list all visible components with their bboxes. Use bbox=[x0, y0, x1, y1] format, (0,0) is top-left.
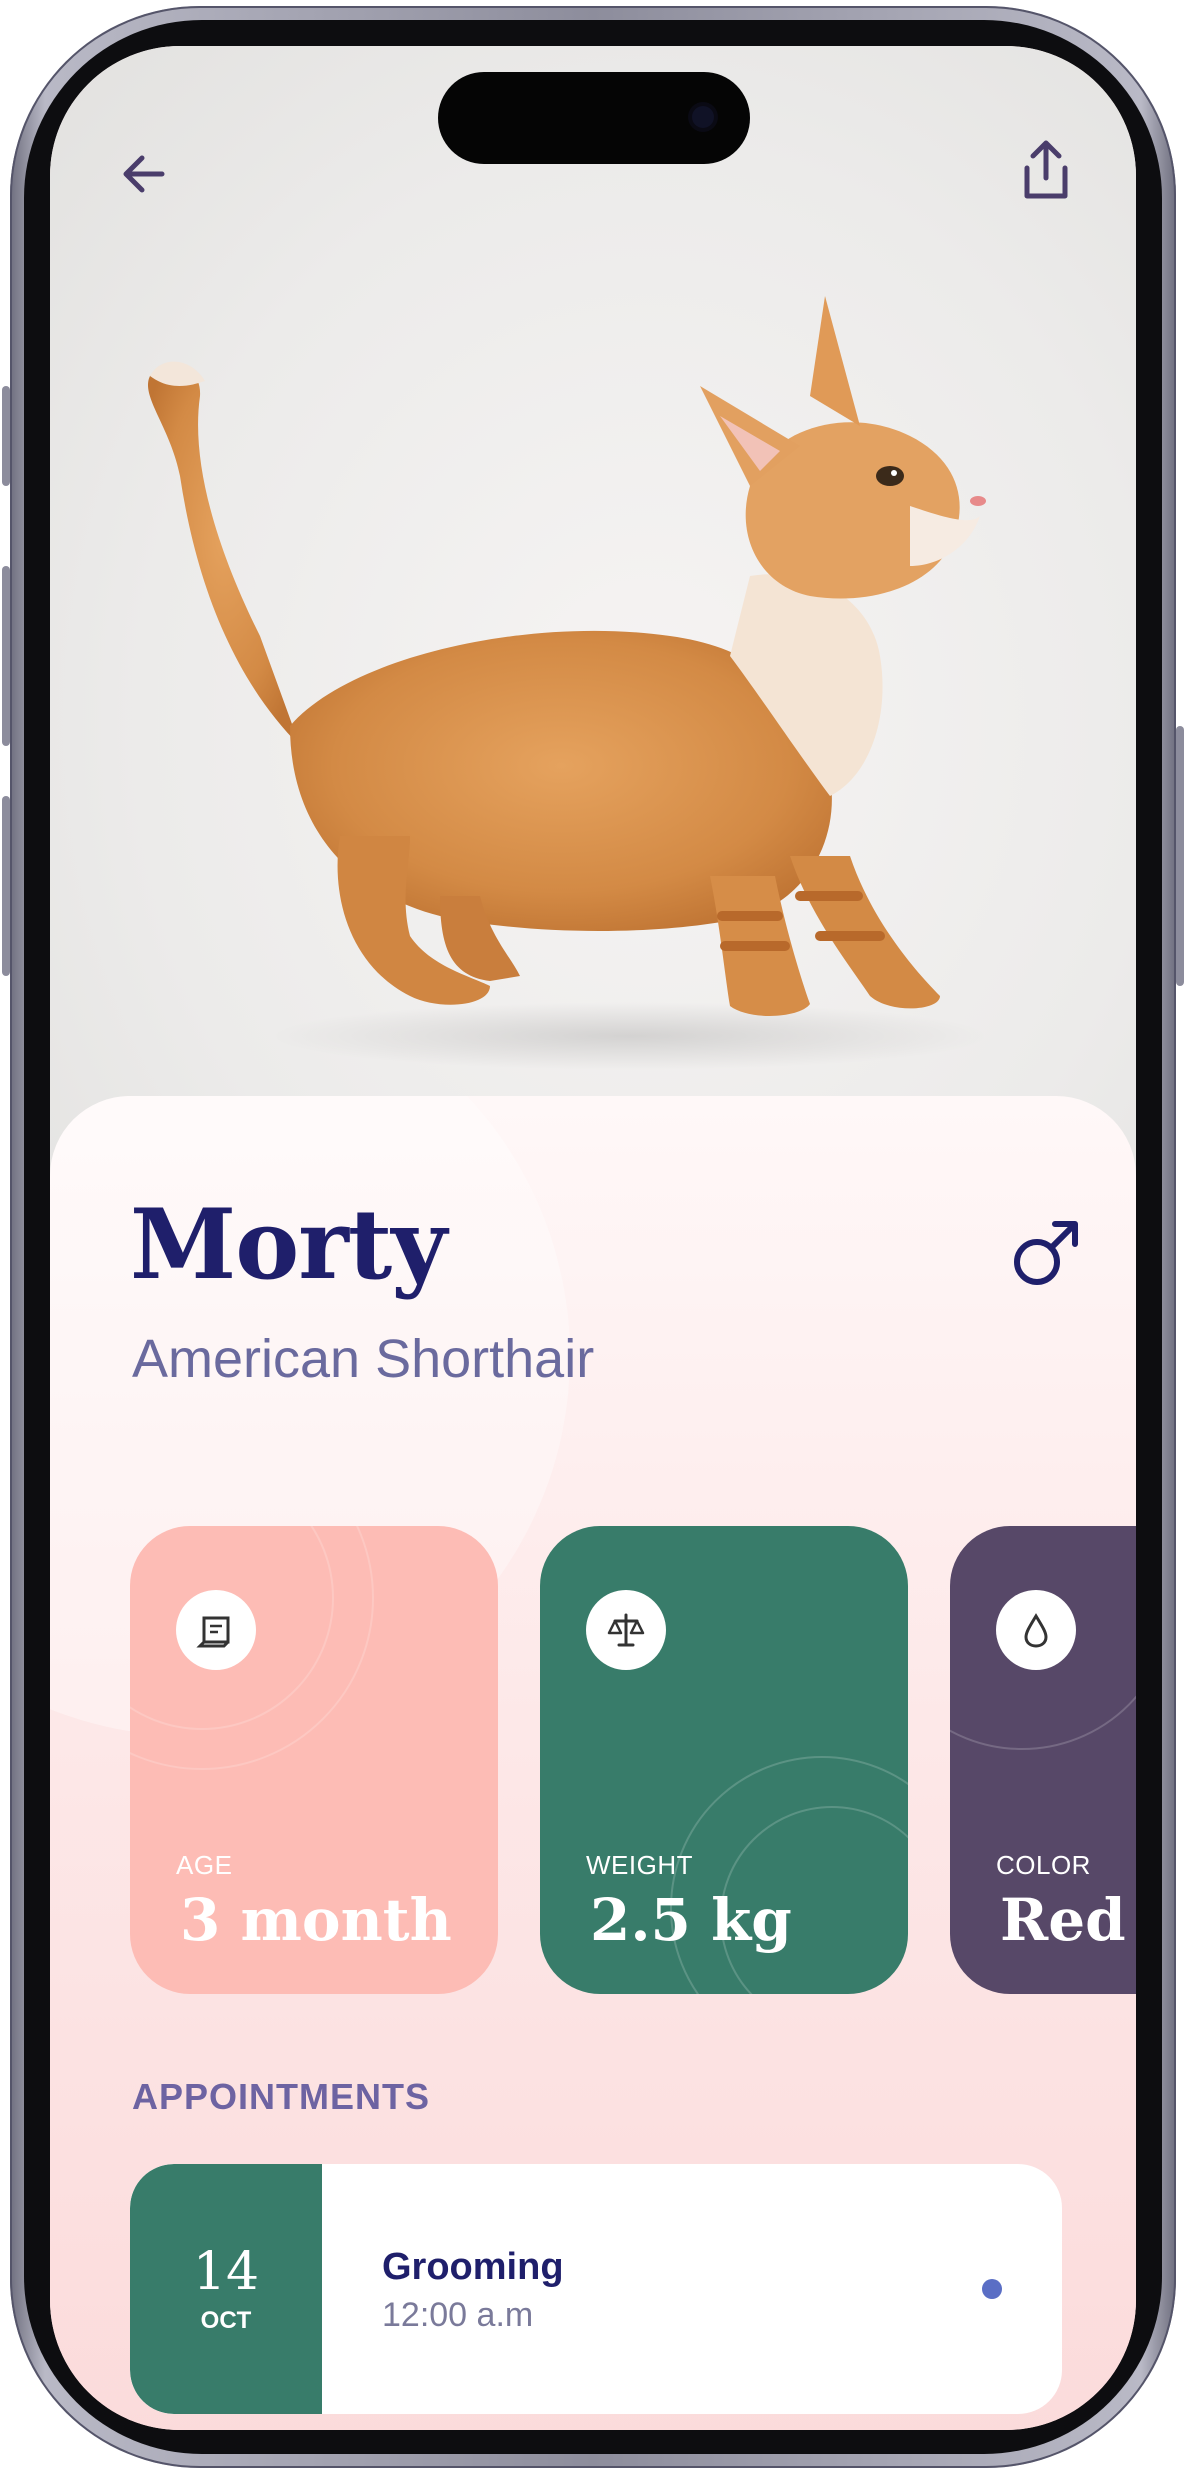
male-icon bbox=[1014, 1221, 1078, 1285]
stat-label-weight: WEIGHT bbox=[586, 1850, 693, 1880]
back-button[interactable] bbox=[108, 138, 180, 210]
scale-icon bbox=[586, 1590, 666, 1670]
front-camera bbox=[692, 106, 714, 128]
appointment-date: 14 OCT bbox=[130, 2164, 322, 2414]
arrow-left-icon bbox=[123, 155, 165, 193]
stat-value-weight: 2.5 kg bbox=[590, 1886, 792, 1954]
stat-label-color: COLOR bbox=[996, 1850, 1091, 1880]
pet-breed: American Shorthair bbox=[132, 1329, 595, 1389]
calendar-icon bbox=[176, 1590, 256, 1670]
side-button-left-3 bbox=[2, 796, 10, 976]
dynamic-island bbox=[438, 72, 750, 164]
appointment-month: OCT bbox=[200, 2307, 252, 2334]
side-button-left-1 bbox=[2, 386, 10, 486]
drop-icon bbox=[996, 1590, 1076, 1670]
stats-cards: AGE 3 month WEIGHT 2.5 kg COLOR Red bbox=[130, 1526, 1136, 1996]
stat-card-weight[interactable]: WEIGHT 2.5 kg bbox=[540, 1526, 908, 1994]
share-button[interactable] bbox=[1010, 134, 1082, 206]
decorative-ring bbox=[130, 1526, 374, 1770]
stat-value-color: Red bbox=[1000, 1886, 1126, 1954]
app-screen: Morty American Shorthair AGE 3 month WEI… bbox=[50, 46, 1136, 2430]
cat-illustration bbox=[147, 296, 990, 1070]
pet-photo bbox=[50, 46, 1136, 1176]
appointment-time: 12:00 a.m bbox=[382, 2296, 534, 2334]
side-button-right bbox=[1176, 726, 1184, 986]
appointment-card[interactable]: 14 OCT Grooming 12:00 a.m bbox=[130, 2164, 1062, 2414]
appointment-title: Grooming bbox=[382, 2246, 564, 2288]
side-button-left-2 bbox=[2, 566, 10, 746]
share-icon bbox=[1024, 140, 1068, 199]
appointment-day: 14 bbox=[192, 2242, 260, 2302]
appointment-status-dot bbox=[982, 2279, 1002, 2299]
appointments-heading: APPOINTMENTS bbox=[132, 2076, 431, 2117]
stat-card-color[interactable]: COLOR Red bbox=[950, 1526, 1136, 1994]
stat-value-age: 3 month bbox=[180, 1886, 452, 1954]
pet-name: Morty bbox=[130, 1188, 447, 1301]
pet-details-sheet: Morty American Shorthair AGE 3 month WEI… bbox=[50, 1096, 1136, 2430]
stat-card-age[interactable]: AGE 3 month bbox=[130, 1526, 498, 1994]
stat-label-age: AGE bbox=[176, 1850, 233, 1880]
